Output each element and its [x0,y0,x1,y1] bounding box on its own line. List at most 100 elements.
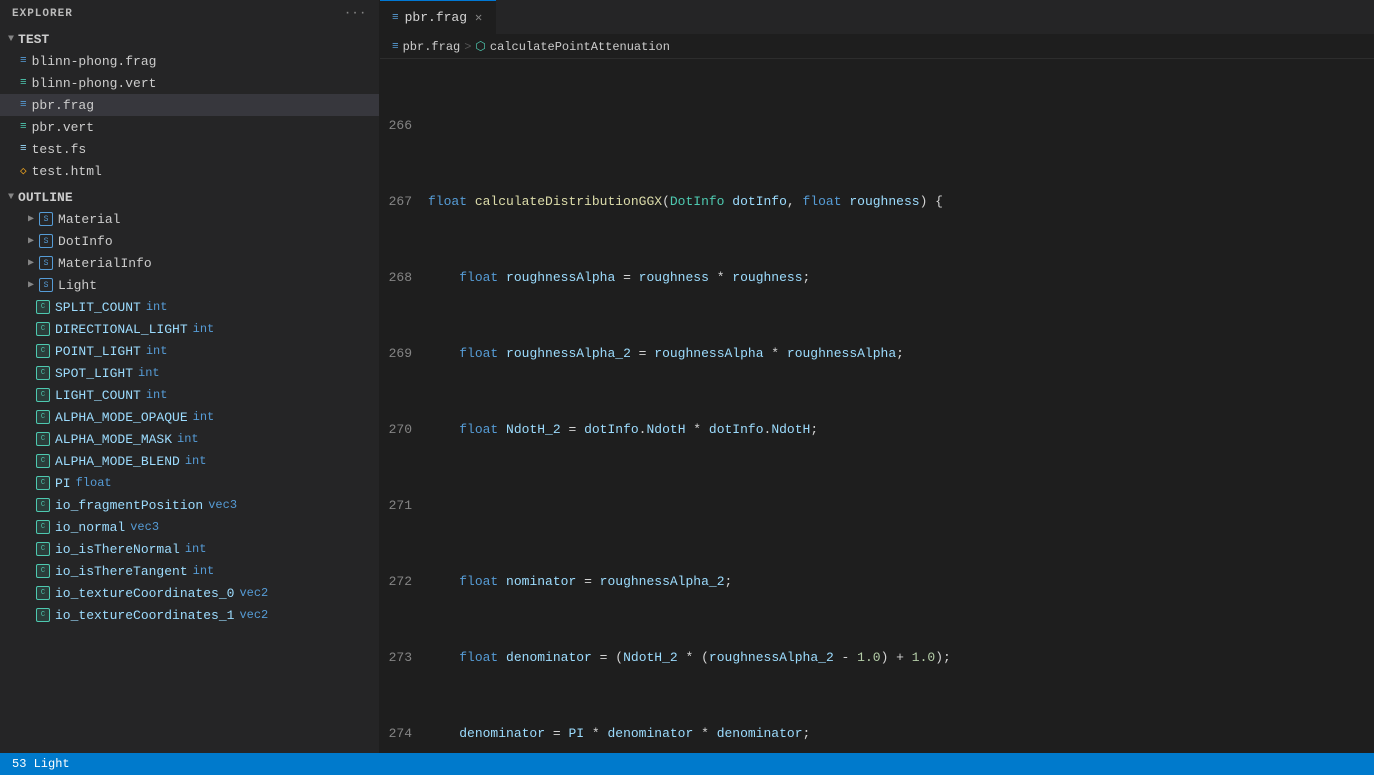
file-list: ≡ blinn-phong.frag ≡ blinn-phong.vert ≡ … [0,50,379,182]
point-light-name: POINT_LIGHT [55,344,141,359]
fs-icon: ≡ [20,143,27,155]
io-isthere-normal-name: io_isThereNormal [55,542,180,557]
tab-file-icon: ≡ [392,12,399,24]
alpha-blend-type: int [185,454,207,468]
io-isthere-normal-type: int [185,542,207,556]
io-texcoord-0-name: io_textureCoordinates_0 [55,586,234,601]
outline-io-normal[interactable]: C io_normal vec3 [0,516,379,538]
spot-light-icon: C [36,366,50,380]
breadcrumb: ≡ pbr.frag > ⬡ calculatePointAttenuation [380,35,1374,59]
outline-alpha-mode-mask[interactable]: C ALPHA_MODE_MASK int [0,428,379,450]
tab-filename: pbr.frag [405,10,467,25]
status-bar: 53 Light [0,753,1374,775]
io-texcoord-0-icon: C [36,586,50,600]
sidebar: EXPLORER ··· ▼ TEST ≡ blinn-phong.frag ≡… [0,0,380,753]
code-line-270: 270 float NdotH_2 = dotInfo.NdotH * dotI… [388,420,1366,439]
outline-light-count[interactable]: C LIGHT_COUNT int [0,384,379,406]
outline-io-texcoord-0[interactable]: C io_textureCoordinates_0 vec2 [0,582,379,604]
outline-io-fragpos[interactable]: C io_fragmentPosition vec3 [0,494,379,516]
breadcrumb-symbol[interactable]: calculatePointAttenuation [490,40,670,54]
test-section-header[interactable]: ▼ TEST [0,28,379,50]
outline-io-isthere-normal[interactable]: C io_isThereNormal int [0,538,379,560]
io-texcoord-1-name: io_textureCoordinates_1 [55,608,234,623]
outline-spot-light[interactable]: C SPOT_LIGHT int [0,362,379,384]
outline-io-texcoord-1[interactable]: C io_textureCoordinates_1 vec2 [0,604,379,626]
file-test-html[interactable]: ◇ test.html [0,160,379,182]
file-blinn-phong-vert[interactable]: ≡ blinn-phong.vert [0,72,379,94]
light-count-name: LIGHT_COUNT [55,388,141,403]
outline-material[interactable]: ▶ S Material [0,208,379,230]
alpha-mask-type: int [177,432,199,446]
outline-header[interactable]: ▼ OUTLINE [0,186,379,208]
breadcrumb-file[interactable]: pbr.frag [403,40,461,54]
code-line-273: 273 float denominator = (NdotH_2 * (roug… [388,648,1366,667]
dotinfo-icon: S [39,234,53,248]
io-fragpos-type: vec3 [208,498,237,512]
outline-directional-light[interactable]: C DIRECTIONAL_LIGHT int [0,318,379,340]
material-icon: S [39,212,53,226]
io-isthere-tangent-name: io_isThereTangent [55,564,188,579]
material-label: Material [58,212,120,227]
file-pbr-frag[interactable]: ≡ pbr.frag [0,94,379,116]
code-container: 266 267 float calculateDistributionGGX(D… [380,59,1374,753]
outline-split-count[interactable]: C SPLIT_COUNT int [0,296,379,318]
filename-2: blinn-phong.vert [32,76,157,91]
alpha-opaque-type: int [193,410,215,424]
outline-dotinfo[interactable]: ▶ S DotInfo [0,230,379,252]
vert-icon-2: ≡ [20,121,27,133]
more-icon[interactable]: ··· [344,8,367,20]
split-count-type: int [146,300,168,314]
point-light-icon: C [36,344,50,358]
materialinfo-chevron: ▶ [28,257,34,269]
filename-5: test.fs [32,142,87,157]
outline-materialinfo[interactable]: ▶ S MaterialInfo [0,252,379,274]
vert-icon-1: ≡ [20,77,27,89]
light-icon: S [39,278,53,292]
outline-light[interactable]: ▶ S Light [0,274,379,296]
code-editor[interactable]: 266 267 float calculateDistributionGGX(D… [380,59,1374,753]
frag-icon-2: ≡ [20,99,27,111]
file-pbr-vert[interactable]: ≡ pbr.vert [0,116,379,138]
dotinfo-label: DotInfo [58,234,113,249]
outline-io-isthere-tangent[interactable]: C io_isThereTangent int [0,560,379,582]
outline-point-light[interactable]: C POINT_LIGHT int [0,340,379,362]
point-light-type: int [146,344,168,358]
code-line-274: 274 denominator = PI * denominator * den… [388,724,1366,743]
frag-icon-1: ≡ [20,55,27,67]
directional-light-name: DIRECTIONAL_LIGHT [55,322,188,337]
code-line-271: 271 [388,496,1366,515]
alpha-mask-icon: C [36,432,50,446]
code-line-267: 267 float calculateDistributionGGX(DotIn… [388,192,1366,211]
io-fragpos-icon: C [36,498,50,512]
outline-alpha-mode-blend[interactable]: C ALPHA_MODE_BLEND int [0,450,379,472]
outline-alpha-mode-opaque[interactable]: C ALPHA_MODE_OPAQUE int [0,406,379,428]
io-isthere-tangent-type: int [193,564,215,578]
file-test-fs[interactable]: ≡ test.fs [0,138,379,160]
file-blinn-phong-frag[interactable]: ≡ blinn-phong.frag [0,50,379,72]
light-label: Light [58,278,97,293]
breadcrumb-file-icon: ≡ [392,41,399,53]
io-isthere-tangent-icon: C [36,564,50,578]
breadcrumb-symbol-icon: ⬡ [475,39,485,54]
tab-close-button[interactable]: ✕ [473,8,484,27]
filename-3: pbr.frag [32,98,94,113]
pi-icon: C [36,476,50,490]
spot-light-type: int [138,366,160,380]
tab-pbr-frag[interactable]: ≡ pbr.frag ✕ [380,0,496,35]
io-isthere-normal-icon: C [36,542,50,556]
test-chevron: ▼ [8,34,14,45]
light-count-icon: C [36,388,50,402]
alpha-blend-name: ALPHA_MODE_BLEND [55,454,180,469]
directional-light-icon: C [36,322,50,336]
materialinfo-icon: S [39,256,53,270]
io-normal-name: io_normal [55,520,125,535]
spot-light-name: SPOT_LIGHT [55,366,133,381]
io-normal-type: vec3 [130,520,159,534]
outline-label: OUTLINE [18,190,73,205]
outline-pi[interactable]: C PI float [0,472,379,494]
code-lines: 266 267 float calculateDistributionGGX(D… [380,59,1374,753]
materialinfo-label: MaterialInfo [58,256,152,271]
outline-chevron: ▼ [8,192,14,203]
alpha-opaque-name: ALPHA_MODE_OPAQUE [55,410,188,425]
io-fragpos-name: io_fragmentPosition [55,498,203,513]
